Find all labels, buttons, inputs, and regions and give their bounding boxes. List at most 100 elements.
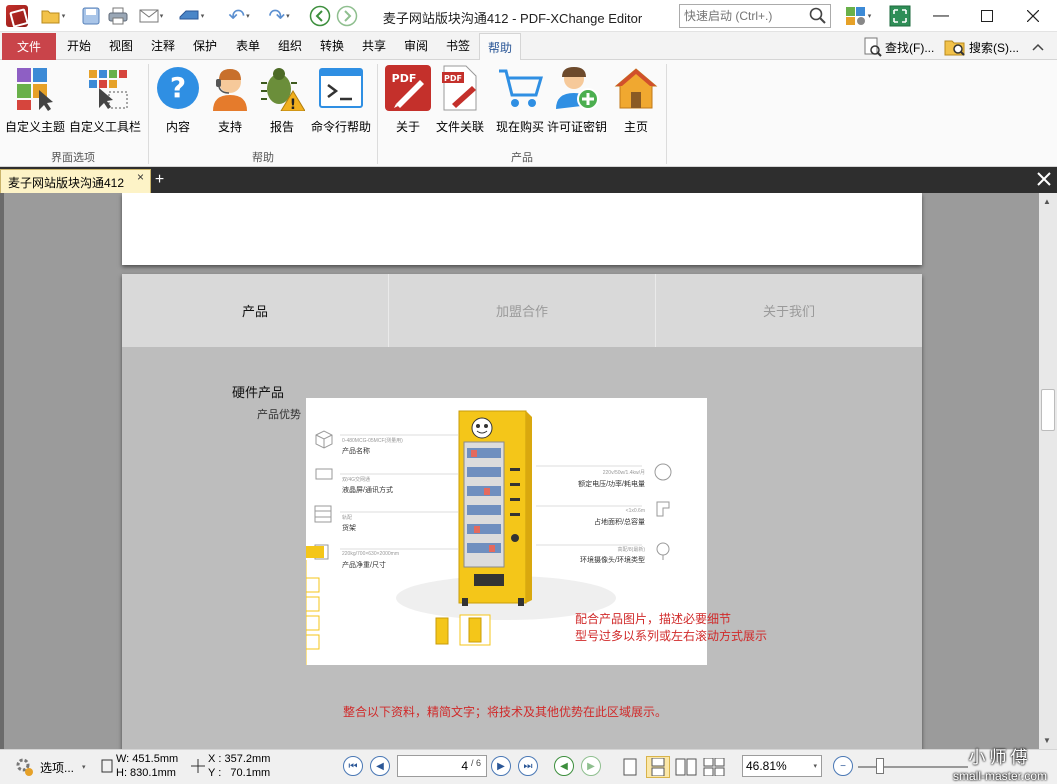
email-icon[interactable]: ▾: [134, 4, 168, 28]
options-button[interactable]: 选项... ▾: [14, 756, 86, 778]
question-icon: ?: [154, 64, 202, 112]
toolbar-grid-icon: [81, 64, 129, 112]
tab-file[interactable]: 文件: [2, 33, 56, 60]
search-button[interactable]: 搜索(S)...: [944, 36, 1019, 58]
first-page-icon[interactable]: ⏮: [343, 756, 363, 776]
report-button[interactable]: ! 报告: [258, 64, 306, 136]
custom-theme-label: 自定义主题: [4, 120, 65, 134]
terminal-icon: [317, 64, 365, 112]
continuous-page-icon[interactable]: [646, 756, 670, 778]
redo-icon[interactable]: ↷ ▾: [260, 4, 298, 28]
tab-bookmarks[interactable]: 书签: [446, 37, 470, 54]
previous-view-icon[interactable]: ◀: [554, 756, 574, 776]
spec-left-3-value: 轨配: [342, 515, 353, 521]
tab-home[interactable]: 开始: [67, 37, 91, 54]
quick-launch-box[interactable]: [679, 4, 831, 28]
prev-page-icon[interactable]: ◀: [370, 756, 390, 776]
dimension-icon: [101, 759, 113, 773]
window-title: 麦子网站版块沟通412 - PDF-XChange Editor: [382, 11, 643, 26]
find-icon: [864, 37, 882, 57]
zoom-dropdown-icon: ▾: [813, 763, 817, 770]
page-number-input[interactable]: [398, 758, 468, 774]
next-view-icon[interactable]: ▶: [581, 756, 601, 776]
spec-left-4-value: 220kg/700×630×2000mm: [342, 551, 399, 557]
home-button[interactable]: 主页: [612, 64, 660, 136]
group-divider: [666, 64, 667, 164]
cmdline-help-button[interactable]: 命令行帮助: [310, 64, 372, 136]
tab-view[interactable]: 视图: [109, 37, 133, 54]
height-readout: H: 830.1mm: [116, 767, 176, 779]
close-document-icon[interactable]: [1035, 171, 1053, 189]
file-assoc-button[interactable]: PDF 文件关联: [436, 64, 484, 136]
tab-help[interactable]: 帮助: [479, 33, 521, 61]
spec-right-3-label: 环境摄像头/环境类型: [580, 557, 645, 564]
scroll-thumb[interactable]: [1041, 389, 1055, 431]
tab-form[interactable]: 表单: [236, 37, 260, 54]
group-divider: [148, 64, 149, 164]
home-label: 主页: [623, 120, 648, 134]
ui-options-icon[interactable]: ▾: [839, 4, 877, 28]
custom-toolbar-button[interactable]: 自定义工具栏: [67, 64, 143, 136]
about-button[interactable]: PDF 关于: [383, 64, 433, 136]
license-key-button[interactable]: 许可证密钥: [546, 64, 608, 136]
tab-protect[interactable]: 保护: [193, 37, 217, 54]
support-button[interactable]: 支持: [206, 64, 254, 136]
open-folder-icon[interactable]: ▾: [38, 4, 68, 28]
note-image-detail: 配合产品图片，描述必要细节: [575, 612, 732, 626]
undo-icon[interactable]: ↶ ▾: [220, 4, 258, 28]
vertical-scrollbar[interactable]: ▲ ▼: [1039, 193, 1057, 749]
tab-comment[interactable]: 注释: [151, 37, 175, 54]
contents-button[interactable]: ? 内容: [154, 64, 202, 136]
app-logo-icon[interactable]: [6, 5, 28, 27]
zoom-select[interactable]: 46.81% ▾: [742, 755, 822, 777]
minimize-button[interactable]: —: [918, 0, 964, 32]
back-icon[interactable]: [308, 4, 332, 28]
watermark-title: 小师傅: [968, 748, 1032, 767]
ribbon-tab-row: 文件 开始 视图 注释 保护 表单 组织 转换 共享 审阅 书签 帮助 查找(F…: [0, 32, 1057, 61]
new-tab-button[interactable]: +: [151, 172, 168, 189]
single-page-icon[interactable]: [618, 756, 642, 778]
site-nav-about: 关于我们: [762, 304, 815, 319]
last-page-icon[interactable]: ⏭: [518, 756, 538, 776]
license-key-label: 许可证密钥: [546, 120, 607, 134]
close-tab-icon[interactable]: ×: [137, 170, 144, 184]
scanner-icon[interactable]: ▾: [172, 4, 210, 28]
search-icon[interactable]: [809, 7, 827, 25]
document-viewer[interactable]: 产品 加盟合作 关于我们 硬件产品 产品优势 0-480MCG-05MCF(测量…: [0, 193, 1039, 749]
save-icon[interactable]: [80, 4, 102, 28]
tab-share[interactable]: 共享: [362, 37, 386, 54]
user-add-icon: [553, 64, 601, 112]
site-nav-franchise: 加盟合作: [389, 274, 656, 347]
next-page-icon[interactable]: ▶: [491, 756, 511, 776]
pdf-about-icon: PDF: [384, 64, 432, 112]
tab-review[interactable]: 审阅: [404, 37, 428, 54]
palette-cursor-icon: [11, 64, 59, 112]
shopping-cart-icon: [496, 64, 544, 112]
facing-continuous-icon[interactable]: [702, 756, 726, 778]
group-label-ui-options: 界面选项: [51, 152, 95, 164]
document-tab[interactable]: 麦子网站版块沟通412: [0, 169, 151, 193]
fullscreen-icon[interactable]: [888, 4, 912, 28]
options-label: 选项...: [40, 760, 75, 775]
close-window-button[interactable]: [1010, 0, 1056, 32]
ribbon-collapse-button[interactable]: [1032, 36, 1047, 58]
note-integrate-content: 整合以下资料，精简文字；将技术及其他优势在此区域展示。: [343, 705, 668, 719]
page-number-box[interactable]: / 6: [397, 755, 487, 777]
custom-theme-button[interactable]: 自定义主题: [3, 64, 67, 136]
buy-now-button[interactable]: 现在购买: [494, 64, 546, 136]
svg-text:!: !: [290, 97, 296, 111]
zoom-out-icon[interactable]: −: [833, 756, 853, 776]
bug-warning-icon: !: [258, 64, 306, 112]
tab-organize[interactable]: 组织: [278, 37, 302, 54]
tab-convert[interactable]: 转换: [320, 37, 344, 54]
y-readout: Y : 70.1mm: [208, 767, 271, 779]
facing-pages-icon[interactable]: [674, 756, 698, 778]
zoom-slider-thumb[interactable]: [876, 758, 884, 774]
quick-launch-input[interactable]: [680, 5, 804, 27]
ribbon-panel: 自定义主题 自定义工具栏 界面选项 ? 内容 支持 ! 报告 命令行帮助 帮助 …: [0, 60, 1057, 167]
find-button[interactable]: 查找(F)...: [864, 36, 934, 58]
scroll-up-icon[interactable]: ▲: [1043, 197, 1051, 206]
print-icon[interactable]: [106, 4, 130, 28]
spec-right-3-value: 高配/8(最新): [617, 547, 645, 553]
maximize-button[interactable]: [964, 0, 1010, 32]
